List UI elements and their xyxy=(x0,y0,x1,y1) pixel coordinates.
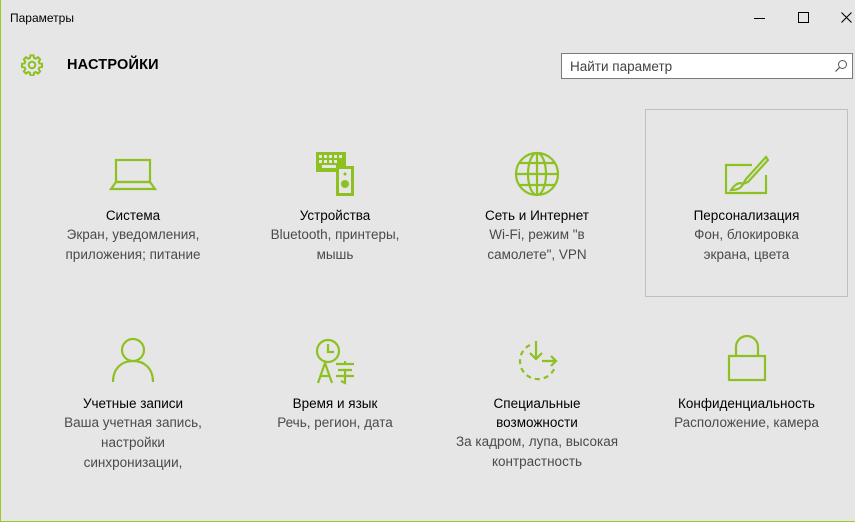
tile-accounts-desc: Ваша учетная запись, настройки синхрониз… xyxy=(64,415,202,470)
tile-devices[interactable]: Устройства Bluetooth, принтеры, мышь xyxy=(241,112,429,297)
tile-system-desc: Экран, уведомления, приложения; питание xyxy=(65,227,201,262)
time-language-icon xyxy=(315,338,354,385)
tile-ease-of-access-name: Специальные возможности xyxy=(493,396,581,430)
tile-ease-of-access[interactable]: Специальные возможности За кадром, лупа,… xyxy=(443,320,631,500)
minimize-icon xyxy=(753,17,765,19)
tile-system-name: Система xyxy=(105,208,161,223)
tile-network-name: Сеть и Интернет xyxy=(485,208,589,223)
tile-privacy-desc: Расположение, камера xyxy=(674,415,819,430)
tile-devices-desc: Bluetooth, принтеры, мышь xyxy=(270,227,400,262)
minimize-button[interactable] xyxy=(737,0,781,34)
search-box[interactable] xyxy=(561,53,853,79)
tile-personalization-desc: Фон, блокировка экрана, цвета xyxy=(694,227,799,262)
lock-icon xyxy=(727,334,766,382)
personalization-icon xyxy=(724,155,769,195)
devices-icon xyxy=(316,152,354,196)
globe-icon xyxy=(514,151,560,197)
tile-ease-of-access-desc: За кадром, лупа, высокая контрастность xyxy=(455,434,619,469)
tile-time-language-name: Время и язык xyxy=(292,396,378,411)
tile-accounts-name: Учетные записи xyxy=(82,396,184,411)
person-icon xyxy=(111,337,155,383)
close-button[interactable] xyxy=(824,0,855,34)
tile-privacy[interactable]: Конфиденциальность Расположение, камера xyxy=(645,320,848,500)
tile-accounts[interactable]: Учетные записи Ваша учетная запись, наст… xyxy=(39,320,227,500)
tile-time-language[interactable]: Время и язык Речь, регион, дата xyxy=(241,320,429,500)
close-icon xyxy=(840,11,852,23)
search-icon[interactable] xyxy=(834,59,848,73)
tile-privacy-name: Конфиденциальность xyxy=(678,396,815,411)
gear-icon xyxy=(21,54,43,76)
tile-network[interactable]: Сеть и Интернет Wi-Fi, режим "в самолете… xyxy=(443,112,631,297)
tile-time-language-desc: Речь, регион, дата xyxy=(277,415,393,430)
tile-personalization[interactable]: Персонализация Фон, блокировка экрана, ц… xyxy=(645,109,848,297)
ease-of-access-icon xyxy=(518,341,558,381)
page-title: НАСТРОЙКИ xyxy=(67,57,159,73)
settings-window: Параметры НАСТРОЙКИ Система Экран xyxy=(0,0,855,522)
tile-personalization-name: Персонализация xyxy=(693,208,800,223)
tile-devices-name: Устройства xyxy=(299,208,371,223)
maximize-icon xyxy=(797,11,809,23)
laptop-icon xyxy=(108,158,158,191)
window-title: Параметры xyxy=(10,11,74,25)
tile-network-desc: Wi-Fi, режим "в самолете", VPN xyxy=(487,227,587,262)
maximize-button[interactable] xyxy=(781,0,825,34)
search-input[interactable] xyxy=(562,54,822,78)
title-bar: Параметры xyxy=(1,0,855,34)
tile-system[interactable]: Система Экран, уведомления, приложения; … xyxy=(39,112,227,297)
